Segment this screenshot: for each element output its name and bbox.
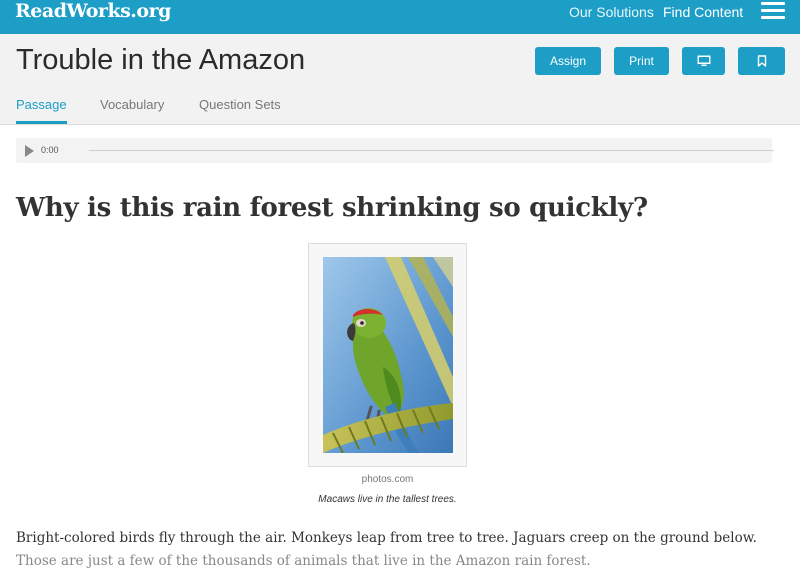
tab-passage[interactable]: Passage bbox=[16, 97, 67, 113]
play-icon[interactable] bbox=[25, 145, 34, 157]
print-button[interactable]: Print bbox=[614, 47, 669, 75]
figure-caption: Macaws live in the tallest trees. bbox=[318, 494, 457, 505]
present-button[interactable] bbox=[682, 47, 725, 75]
tab-vocabulary[interactable]: Vocabulary bbox=[100, 97, 164, 113]
tab-question-sets[interactable]: Question Sets bbox=[199, 97, 281, 113]
active-tab-indicator bbox=[16, 121, 67, 124]
article-figure bbox=[308, 243, 467, 467]
article-paragraph-line: Those are just a few of the thousands of… bbox=[16, 553, 591, 569]
bookmark-button[interactable] bbox=[738, 47, 785, 75]
monitor-icon bbox=[697, 55, 710, 66]
readworks-logo[interactable]: ReadWorks.org bbox=[15, 0, 171, 22]
hamburger-icon[interactable] bbox=[761, 0, 785, 20]
audio-progress-track[interactable] bbox=[89, 150, 774, 151]
assign-button[interactable]: Assign bbox=[535, 47, 601, 75]
passage-header: Trouble in the Amazon Assign Print Passa… bbox=[0, 34, 800, 125]
article-heading: Why is this rain forest shrinking so qui… bbox=[16, 193, 648, 223]
page-title: Trouble in the Amazon bbox=[16, 44, 306, 76]
bookmark-icon bbox=[757, 55, 766, 67]
macaw-photo bbox=[323, 257, 453, 453]
nav-link-our-solutions[interactable]: Our Solutions bbox=[569, 4, 654, 20]
audio-time: 0:00 bbox=[41, 145, 59, 155]
nav-link-find-content[interactable]: Find Content bbox=[663, 4, 743, 20]
top-navigation-bar: ReadWorks.org Our Solutions Find Content bbox=[0, 0, 800, 34]
article-paragraph-line: Bright-colored birds fly through the air… bbox=[16, 530, 757, 546]
figure-credit: photos.com bbox=[361, 474, 414, 485]
audio-player: 0:00 bbox=[16, 138, 774, 163]
